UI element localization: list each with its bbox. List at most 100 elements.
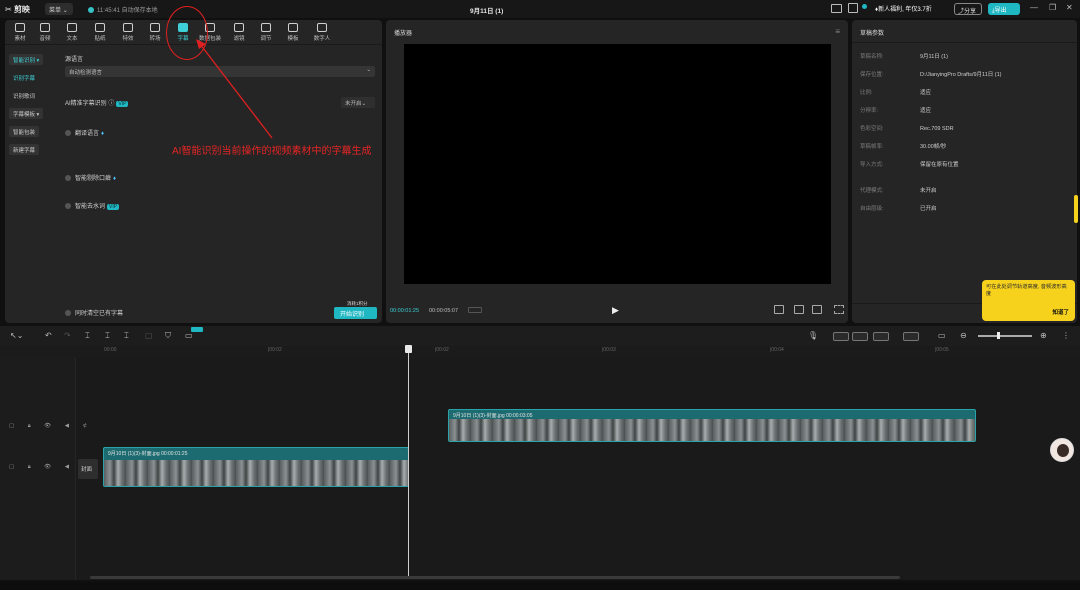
- subnav-smart-recognition[interactable]: 智能识别 ▾: [9, 54, 44, 65]
- param-key: 色彩空间:: [860, 126, 884, 132]
- screen-icon[interactable]: ▭: [938, 331, 946, 340]
- start-recognition-button[interactable]: 开始识别: [334, 307, 377, 319]
- monitor-icon[interactable]: [848, 3, 858, 13]
- draft-param-row: 保存位置: D:/JianyingPro Drafts/9月11日 (1): [860, 70, 1002, 78]
- menu-icon[interactable]: ≡: [835, 27, 840, 36]
- remove-filler-option[interactable]: 智能剔除口癖 ♦: [65, 173, 116, 182]
- check-circle-icon: [88, 7, 94, 13]
- tool-label: 音频: [39, 36, 51, 42]
- draft-param-row: 草稿名称: 9月11日 (1): [860, 52, 948, 60]
- export-button[interactable]: ⤓导出: [988, 3, 1020, 15]
- cover-button[interactable]: 封面: [78, 459, 98, 479]
- video-preview[interactable]: [404, 44, 831, 284]
- timecode-toggle-icon[interactable]: [468, 307, 482, 313]
- assistant-avatar[interactable]: [1050, 438, 1074, 462]
- media-icon: [15, 23, 25, 32]
- shield-icon[interactable]: ⛉: [165, 331, 171, 341]
- preview-axis-button[interactable]: [903, 332, 919, 341]
- play-icon[interactable]: ▶: [612, 305, 619, 316]
- zoom-knob[interactable]: [997, 332, 1000, 339]
- clear-existing-option[interactable]: 同时清空已有字幕: [65, 308, 123, 317]
- subnav-new-subtitle[interactable]: 新建字幕: [9, 144, 40, 155]
- tool-filter[interactable]: 滤镜: [226, 23, 252, 42]
- autosave-status: 11:45:41 自动保存本地: [88, 5, 158, 14]
- translate-text: 翻译语言: [75, 131, 100, 137]
- quality-icon[interactable]: [774, 305, 784, 314]
- split-icon[interactable]: ⌶: [85, 331, 90, 341]
- playhead[interactable]: [408, 346, 409, 576]
- param-value: 未开启: [920, 188, 937, 194]
- layout-icon[interactable]: [831, 4, 842, 13]
- subtitle-panel: 素材 音频 文本 贴纸 特效 转场 字幕 数据包装 滤镜 调节 模板 数字人 智能识别 ▾ 识别字幕 …: [5, 20, 382, 323]
- taskbar-strip: [0, 582, 1080, 590]
- undo-icon[interactable]: ↶: [45, 331, 52, 340]
- focus-icon[interactable]: [794, 305, 804, 314]
- param-key: 自由层级:: [860, 206, 884, 212]
- linkage-track-button[interactable]: [873, 332, 889, 341]
- minimize-icon[interactable]: —: [1030, 3, 1038, 12]
- menu-button[interactable]: 菜单 ⌄: [45, 3, 73, 15]
- export-label: 导出: [994, 8, 1007, 14]
- tool-template[interactable]: 模板: [280, 23, 306, 42]
- tool-effects[interactable]: 特效: [115, 23, 141, 42]
- maximize-icon[interactable]: ❐: [1049, 3, 1056, 12]
- tool-media[interactable]: 素材: [7, 23, 33, 42]
- checkbox-icon: [65, 310, 71, 316]
- fullscreen-icon[interactable]: [834, 305, 844, 314]
- scroll-handle[interactable]: [1074, 195, 1078, 223]
- track-controls-overlay[interactable]: ▢ 🔒︎ 👁︎ ◀︎ ⊄: [9, 423, 93, 430]
- tip-ok-button[interactable]: 知道了: [1052, 310, 1069, 317]
- tool-audio[interactable]: 音频: [32, 23, 58, 42]
- ruler-tick: |00:03: [602, 347, 616, 353]
- filler-words-text: 智能去水词: [75, 204, 106, 210]
- frame-icon[interactable]: ▭: [185, 331, 193, 340]
- redo-icon[interactable]: ↷: [64, 331, 71, 340]
- video-clip-main[interactable]: 9月10日 (1)(3)-封面.jpg 00:00:01:25: [103, 447, 409, 487]
- close-icon[interactable]: ✕: [1066, 3, 1073, 12]
- autosave-text: 11:45:41 自动保存本地: [97, 8, 158, 14]
- more-icon[interactable]: ⋮: [1062, 331, 1070, 340]
- vip-badge: VIP: [116, 101, 129, 107]
- video-clip-overlay[interactable]: 9月10日 (1)(3)-封面.jpg 00:00:03:05: [448, 409, 976, 442]
- filler-words-option[interactable]: 智能去水词 VIP: [65, 201, 120, 210]
- tool-label: 贴纸: [94, 36, 106, 42]
- info-icon: ⓘ: [108, 101, 115, 107]
- source-language-select[interactable]: 自动检测语言 ⌄: [65, 66, 375, 77]
- subnav-smart-package[interactable]: 智能包装: [9, 126, 40, 137]
- microphone-icon[interactable]: 🎙︎: [808, 331, 818, 340]
- playhead-handle[interactable]: [405, 345, 412, 353]
- clear-existing-text: 同时清空已有字幕: [75, 311, 124, 317]
- zoom-in-icon[interactable]: ⊕: [1040, 331, 1047, 340]
- zoom-slider[interactable]: [978, 335, 1032, 337]
- chevron-down-icon: ⌄: [366, 67, 371, 73]
- checkbox-icon: [65, 175, 71, 181]
- subnav-subtitle-templates[interactable]: 字幕模板 ▾: [9, 108, 44, 119]
- timeline-ruler[interactable]: [0, 346, 1080, 358]
- param-value: 适应: [920, 108, 932, 114]
- share-button[interactable]: ⤴分享: [954, 3, 982, 15]
- tool-transition[interactable]: 转场: [142, 23, 168, 42]
- param-value: Rec.709 SDR: [920, 126, 954, 132]
- zoom-out-icon[interactable]: ⊖: [960, 331, 967, 340]
- tool-digital-human[interactable]: 数字人: [309, 23, 335, 42]
- link-track-button[interactable]: [833, 332, 849, 341]
- tool-adjust[interactable]: 调节: [253, 23, 279, 42]
- translate-option[interactable]: 翻译语言 ♦: [65, 128, 104, 137]
- app-logo: ✂ 剪映: [5, 4, 30, 15]
- delete-icon[interactable]: ▢: [145, 331, 153, 340]
- player-panel: 播放器 ≡ 00:00:01:25 00:00:05:07 ▶: [386, 20, 848, 323]
- tool-text[interactable]: 文本: [59, 23, 85, 42]
- subnav-recognize-lyrics[interactable]: 识别歌词: [9, 90, 39, 101]
- timeline-scrollbar[interactable]: [90, 576, 900, 579]
- promo-link[interactable]: ♦新人福利, 年仅3.7折: [875, 4, 932, 13]
- ai-subtitle-toggle[interactable]: 未开启⌄: [341, 97, 375, 108]
- tool-sticker[interactable]: 贴纸: [87, 23, 113, 42]
- split-left-icon[interactable]: ⌶: [105, 331, 110, 341]
- app-name: 剪映: [13, 5, 30, 14]
- ratio-icon[interactable]: [812, 305, 822, 314]
- subnav-recognize-subtitles[interactable]: 识别字幕: [9, 72, 39, 83]
- magnet-track-button[interactable]: [852, 332, 868, 341]
- cursor-icon[interactable]: ↖⌄: [10, 331, 23, 340]
- document-title: 9月11日 (1): [470, 8, 504, 15]
- split-right-icon[interactable]: ⌶: [124, 331, 129, 341]
